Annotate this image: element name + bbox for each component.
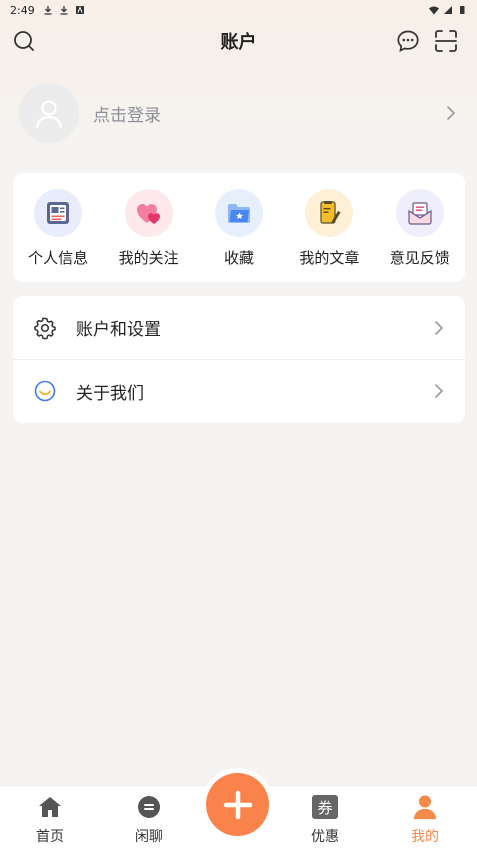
- download-icon: [44, 6, 52, 15]
- search-icon: [14, 31, 34, 51]
- quick-action-label: 个人信息: [28, 249, 89, 267]
- quick-actions-card: 个人信息 我的关注 收藏 我的文章 意见反馈: [13, 173, 465, 282]
- wifi-icon: [429, 6, 439, 15]
- app-notification-icon: [75, 6, 84, 14]
- nav-label: 优惠: [311, 829, 339, 845]
- nav-item-mine[interactable]: 我的: [385, 794, 465, 846]
- header: 账户: [0, 20, 477, 62]
- search-button[interactable]: [12, 29, 36, 53]
- nav-label: 我的: [411, 829, 439, 845]
- settings-row-account[interactable]: 账户和设置: [13, 296, 465, 359]
- settings-row-about[interactable]: 关于我们: [13, 359, 465, 422]
- coupon-icon: 券: [312, 794, 338, 820]
- chevron-right-icon: [435, 320, 444, 335]
- avatar[interactable]: [19, 83, 79, 143]
- chevron-right-icon: [447, 106, 456, 120]
- quick-action-profile[interactable]: 个人信息: [15, 189, 102, 282]
- nav-label: 首页: [36, 829, 64, 845]
- quick-action-feedback[interactable]: 意见反馈: [376, 189, 463, 282]
- smile-icon: [33, 379, 57, 403]
- chat-icon: [136, 794, 162, 820]
- feedback-mail-icon: [395, 189, 444, 237]
- nav-item-deals[interactable]: 券 优惠: [285, 794, 365, 846]
- quick-action-favorites[interactable]: 收藏: [195, 189, 282, 282]
- signal-icon: [444, 6, 452, 14]
- messages-button[interactable]: [396, 29, 420, 53]
- status-bar: 2:49: [0, 0, 477, 20]
- nav-label: 闲聊: [135, 829, 163, 845]
- quick-action-label: 意见反馈: [389, 249, 450, 267]
- battery-icon: [460, 6, 465, 14]
- article-pen-icon: [305, 189, 354, 237]
- chevron-right-icon: [435, 384, 444, 398]
- user-placeholder-icon: [35, 100, 63, 129]
- plus-icon: [223, 790, 252, 819]
- chat-bubble-icon: [397, 30, 419, 52]
- person-icon: [412, 794, 438, 820]
- scan-icon: [435, 30, 457, 52]
- profile-card-icon: [34, 189, 83, 237]
- page-title: 账户: [220, 32, 257, 53]
- login-row[interactable]: 点击登录: [19, 83, 459, 143]
- settings-row-label: 关于我们: [76, 383, 144, 404]
- status-time: 2:49: [10, 3, 35, 17]
- quick-action-articles[interactable]: 我的文章: [286, 189, 373, 282]
- scan-button[interactable]: [434, 29, 458, 53]
- create-post-button[interactable]: [206, 773, 269, 836]
- settings-row-label: 账户和设置: [76, 320, 161, 340]
- login-prompt[interactable]: 点击登录: [93, 101, 161, 126]
- nav-item-chat[interactable]: 闲聊: [109, 794, 189, 846]
- nav-item-home[interactable]: 首页: [10, 794, 90, 846]
- quick-action-label: 收藏: [223, 249, 254, 267]
- star-folder-icon: [214, 189, 263, 237]
- gear-icon: [33, 316, 57, 340]
- download-icon: [60, 6, 68, 15]
- quick-action-label: 我的关注: [118, 249, 179, 267]
- hearts-icon: [124, 189, 173, 237]
- quick-action-label: 我的文章: [299, 249, 360, 267]
- home-icon: [37, 794, 63, 820]
- quick-action-following[interactable]: 我的关注: [105, 189, 192, 282]
- settings-card: 账户和设置 关于我们: [13, 296, 465, 423]
